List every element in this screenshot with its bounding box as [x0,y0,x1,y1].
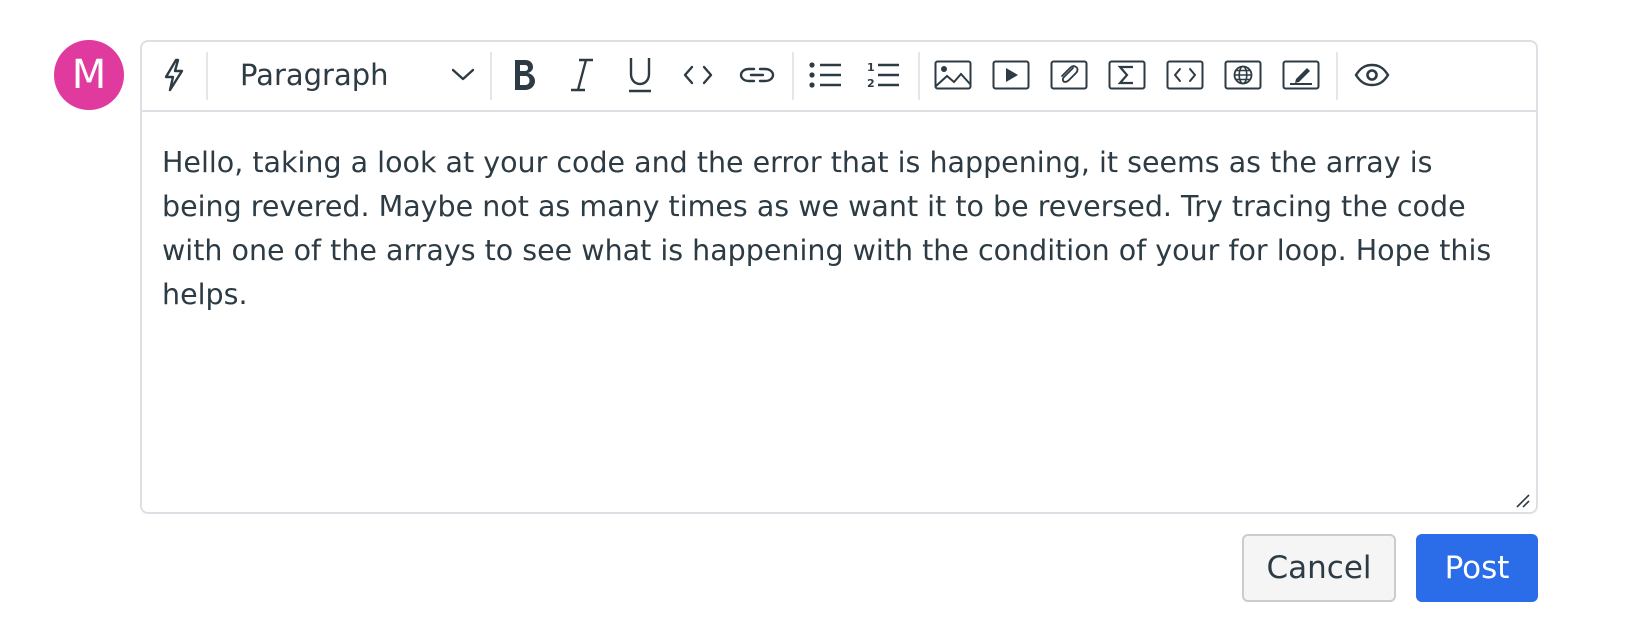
insert-math-icon [1108,60,1146,90]
attach-file-button[interactable] [1046,53,1092,97]
toolbar-separator [1336,52,1338,100]
toolbar-separator [918,52,920,100]
bold-icon [510,57,538,93]
insert-drawing-button[interactable] [1278,53,1324,97]
link-button[interactable] [732,53,782,97]
editor-content[interactable]: Hello, taking a look at your code and th… [162,141,1502,317]
insert-embed-button[interactable] [1220,53,1266,97]
inline-code-button[interactable] [676,53,720,97]
insert-embed-icon [1224,60,1262,90]
avatar: M [54,40,124,110]
toolbar-separator [792,52,794,100]
numbered-list-icon: 12 [866,60,902,90]
insert-image-button[interactable] [930,53,976,97]
insert-code-block-button[interactable] [1162,53,1208,97]
resize-handle-icon[interactable] [1514,492,1530,508]
keyboard-shortcuts-icon [161,58,187,92]
inline-code-icon [682,64,714,86]
attach-file-icon [1050,60,1088,90]
avatar-initial: M [71,52,107,98]
rich-text-editor: Paragraph 1 2 Hello, taking a look at yo… [140,40,1538,514]
insert-image-icon [934,60,972,90]
insert-media-icon [992,60,1030,90]
preview-icon [1354,63,1390,87]
italic-icon [569,57,595,93]
preview-button[interactable] [1348,53,1396,97]
svg-text:1: 1 [867,61,875,74]
bullet-list-button[interactable] [804,53,848,97]
underline-button[interactable] [618,53,662,97]
chevron-down-icon [451,68,475,82]
insert-math-button[interactable] [1104,53,1150,97]
post-button[interactable]: Post [1416,534,1538,602]
italic-button[interactable] [560,53,604,97]
link-icon [738,62,776,88]
numbered-list-button[interactable]: 12 [862,53,906,97]
bold-button[interactable] [502,53,546,97]
toolbar-separator [490,52,492,100]
bullet-list-icon [808,61,844,89]
toolbar-separator [206,52,208,100]
editor-toolbar: Paragraph 1 2 [142,42,1536,112]
cancel-button[interactable]: Cancel [1242,534,1396,602]
underline-icon [626,56,654,94]
block-format-select[interactable]: Paragraph [222,50,487,100]
insert-code-block-icon [1166,60,1204,90]
svg-text:2: 2 [867,77,875,90]
insert-media-button[interactable] [988,53,1034,97]
block-format-value: Paragraph [240,58,389,92]
insert-drawing-icon [1282,60,1320,90]
keyboard-shortcuts-button[interactable] [152,53,196,97]
